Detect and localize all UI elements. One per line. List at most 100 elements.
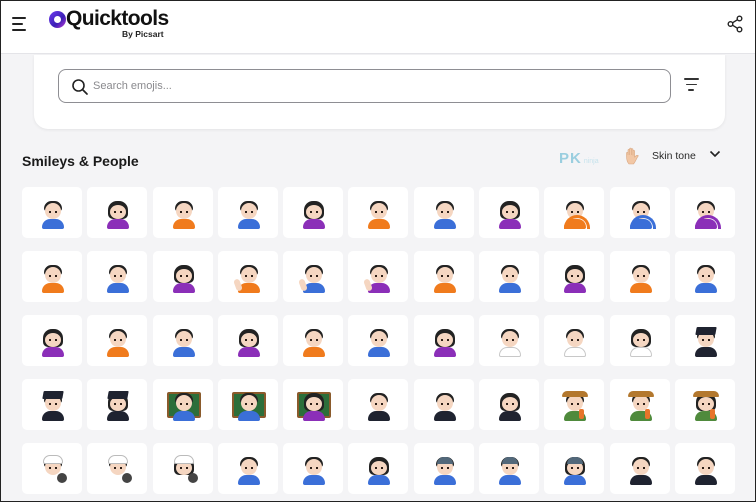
woman-student-icon [105, 391, 131, 421]
deaf-woman-icon [562, 264, 588, 293]
emoji-tile[interactable] [87, 379, 148, 430]
skin-tone-label: Skin tone [652, 150, 696, 162]
emoji-tile[interactable] [674, 251, 735, 302]
cook-icon [40, 455, 67, 485]
emoji-tile[interactable] [609, 187, 670, 238]
man-frowning-icon [40, 200, 66, 229]
woman-teacher-icon [297, 392, 332, 421]
emoji-tile[interactable] [22, 251, 82, 302]
emoji-tile[interactable] [413, 443, 474, 494]
search-icon [72, 79, 88, 95]
watermark-small: ninja [583, 158, 599, 165]
emoji-tile[interactable] [609, 251, 670, 302]
emoji-tile[interactable] [413, 251, 474, 302]
emoji-tile[interactable] [348, 443, 409, 494]
emoji-tile[interactable] [217, 251, 278, 302]
logo-subtitle: By Picsart [122, 29, 164, 39]
man-bowing-icon [693, 264, 719, 293]
emoji-tile[interactable] [413, 379, 474, 430]
emoji-tile[interactable] [609, 443, 670, 494]
emoji-tile[interactable] [413, 187, 474, 238]
emoji-tile[interactable] [348, 251, 409, 302]
emoji-tile[interactable] [674, 187, 735, 238]
woman-gesturing-ok-icon [693, 200, 721, 229]
logo-text: Quicktools [66, 7, 169, 30]
emoji-tile[interactable] [674, 315, 735, 366]
emoji-tile[interactable] [283, 251, 344, 302]
emoji-tile[interactable] [217, 443, 278, 494]
emoji-tile[interactable] [22, 443, 82, 494]
emoji-tile[interactable] [152, 187, 213, 238]
man-mechanic-icon [301, 456, 327, 485]
emoji-tile[interactable] [22, 187, 82, 238]
student-icon [693, 327, 719, 357]
woman-pouting-icon [301, 200, 327, 229]
filter-icon[interactable] [683, 78, 699, 92]
search-input[interactable] [93, 77, 653, 95]
emoji-tile[interactable] [348, 315, 409, 366]
emoji-tile[interactable] [87, 187, 148, 238]
emoji-tile[interactable] [544, 443, 605, 494]
woman-facepalming-icon [236, 328, 262, 357]
search-box[interactable] [58, 69, 671, 103]
emoji-tile[interactable] [544, 315, 605, 366]
emoji-tile[interactable] [283, 187, 344, 238]
person-tipping-hand-icon [40, 264, 66, 293]
section-title: Smileys & People [22, 153, 139, 169]
top-bar: Quicktools By Picsart [1, 1, 755, 54]
emoji-tile[interactable] [479, 379, 540, 430]
logo-icon [49, 11, 66, 28]
emoji-tile[interactable] [217, 379, 278, 430]
share-icon[interactable] [727, 15, 743, 33]
emoji-tile[interactable] [152, 251, 213, 302]
emoji-tile[interactable] [609, 315, 670, 366]
woman-factory-worker-icon [562, 456, 588, 485]
person-pouting-icon [171, 200, 197, 229]
emoji-tile[interactable] [87, 251, 148, 302]
emoji-tile[interactable] [479, 251, 540, 302]
emoji-tile[interactable] [544, 251, 605, 302]
factory-worker-icon [432, 456, 458, 485]
person-shrugging-icon [301, 328, 327, 357]
woman-frowning-icon [105, 200, 131, 229]
emoji-tile[interactable] [87, 443, 148, 494]
skin-tone-dropdown[interactable]: Skin tone [625, 146, 725, 166]
man-student-icon [40, 391, 66, 421]
emoji-tile[interactable] [609, 379, 670, 430]
emoji-tile[interactable] [479, 187, 540, 238]
man-gesturing-no-icon [432, 200, 458, 229]
emoji-tile[interactable] [674, 379, 735, 430]
man-pouting-icon [236, 200, 262, 229]
watermark-text: PK [559, 150, 582, 167]
emoji-tile[interactable] [348, 187, 409, 238]
emoji-tile[interactable] [283, 315, 344, 366]
emoji-tile[interactable] [479, 315, 540, 366]
emoji-tile[interactable] [283, 443, 344, 494]
emoji-tile[interactable] [217, 187, 278, 238]
emoji-tile[interactable] [544, 379, 605, 430]
emoji-tile[interactable] [283, 379, 344, 430]
man-tipping-hand-icon [105, 264, 131, 293]
health-worker-icon [497, 328, 523, 357]
emoji-tile[interactable] [674, 443, 735, 494]
woman-judge-icon [497, 392, 523, 421]
man-teacher-icon [231, 392, 266, 421]
emoji-tile[interactable] [413, 315, 474, 366]
emoji-tile[interactable] [22, 315, 82, 366]
man-shrugging-icon [366, 328, 392, 357]
emoji-tile[interactable] [152, 315, 213, 366]
person-bowing-icon [628, 264, 654, 293]
teacher-icon [166, 392, 201, 421]
raised-hand-icon [626, 147, 639, 165]
emoji-tile[interactable] [152, 443, 213, 494]
menu-icon[interactable] [12, 17, 28, 31]
emoji-tile[interactable] [544, 187, 605, 238]
emoji-tile[interactable] [87, 315, 148, 366]
emoji-tile[interactable] [22, 379, 82, 430]
emoji-tile[interactable] [152, 379, 213, 430]
person-raising-hand-icon [233, 264, 262, 293]
person-facepalming-icon [105, 328, 131, 357]
emoji-tile[interactable] [217, 315, 278, 366]
emoji-tile[interactable] [348, 379, 409, 430]
emoji-tile[interactable] [479, 443, 540, 494]
